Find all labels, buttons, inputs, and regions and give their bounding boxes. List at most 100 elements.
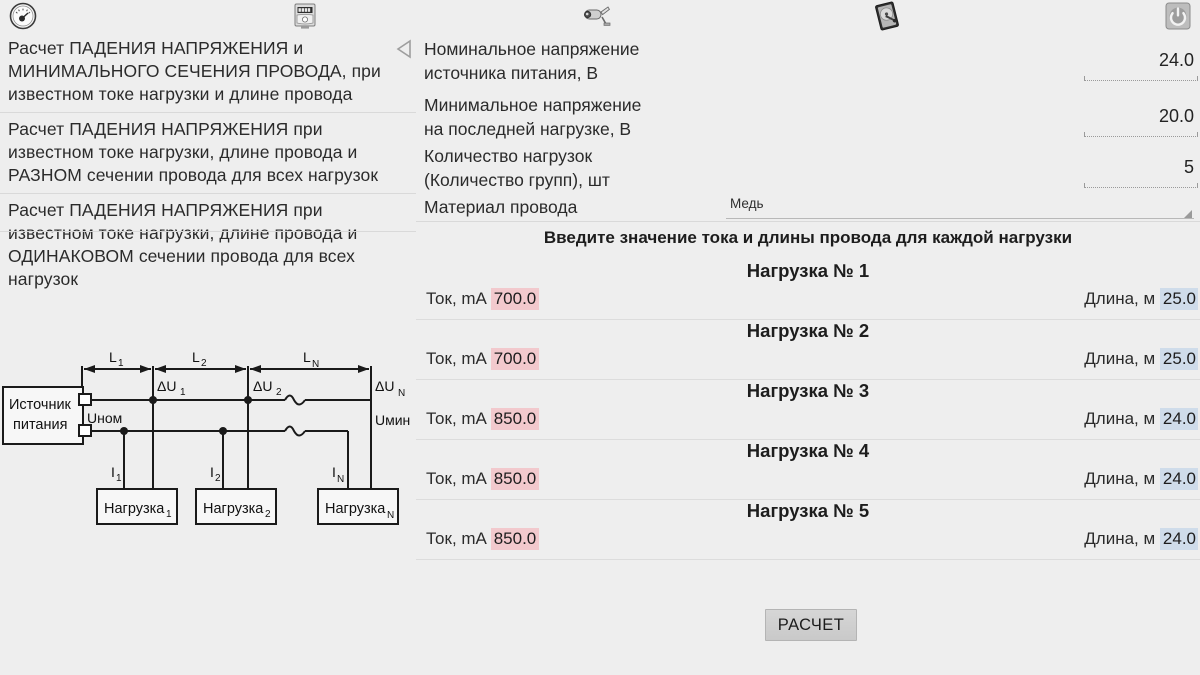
svg-text:N: N: [387, 510, 394, 521]
diagram-label-du2: ΔU: [253, 378, 272, 394]
current-label: Ток, mA: [426, 529, 486, 548]
sidebar-item-mode-1[interactable]: Расчет ПАДЕНИЯ НАПРЯЖЕНИЯ и МИНИМАЛЬНОГО…: [0, 32, 416, 112]
sidebar-item-mode-3[interactable]: Расчет ПАДЕНИЯ НАПРЯЖЕНИЯ при известном …: [0, 193, 416, 297]
edit-underline: [1084, 74, 1198, 81]
load-block-5: Нагрузка № 5 Ток, mA 850.0 Длина, м 24.0: [416, 500, 1200, 560]
diagram-label-l1: L: [109, 349, 117, 365]
wire-material-value: Медь: [730, 196, 764, 211]
field-load-count-input[interactable]: 5: [1084, 157, 1198, 188]
sidebar-calculation-modes: Расчет ПАДЕНИЯ НАПРЯЖЕНИЯ и МИНИМАЛЬНОГО…: [0, 32, 416, 675]
field-minimum-voltage-label: Минимальное напряжение на последней нагр…: [424, 95, 642, 139]
length-value: 25.0: [1159, 288, 1198, 310]
electric-meter-icon[interactable]: [290, 1, 320, 31]
svg-text:1: 1: [116, 473, 122, 484]
load-current-2[interactable]: Ток, mA 700.0: [426, 348, 540, 370]
svg-text:1: 1: [118, 358, 124, 369]
load-title-4: Нагрузка № 4: [746, 440, 870, 461]
load-length-2[interactable]: Длина, м 25.0: [1084, 348, 1198, 370]
load-current-5[interactable]: Ток, mA 850.0: [426, 528, 540, 550]
svg-text:N: N: [337, 474, 344, 485]
field-load-count-label: Количество нагрузок (Количество групп), …: [424, 146, 610, 190]
load-block-3: Нагрузка № 3 Ток, mA 850.0 Длина, м 24.0: [416, 380, 1200, 440]
load-title-3: Нагрузка № 3: [746, 380, 870, 401]
wire-material-spinner[interactable]: Медь: [712, 192, 1194, 222]
field-minimum-voltage-input[interactable]: 20.0: [1084, 106, 1198, 137]
length-value: 24.0: [1159, 468, 1198, 490]
length-value: 24.0: [1159, 408, 1198, 430]
diagram-label-source-2: питания: [13, 417, 67, 433]
spinner-underline: [726, 218, 1194, 219]
svg-text:1: 1: [166, 509, 172, 520]
load-title-1: Нагрузка № 1: [746, 260, 870, 281]
collapse-left-arrow-icon[interactable]: [396, 38, 412, 60]
svg-text:N: N: [398, 388, 405, 399]
load-title-2: Нагрузка № 2: [746, 320, 870, 341]
input-panel: Номинальное напряжение источника питания…: [396, 32, 1200, 675]
diagram-label-l2: L: [192, 349, 200, 365]
load-block-4: Нагрузка № 4 Ток, mA 850.0 Длина, м 24.0: [416, 440, 1200, 500]
current-value: 850.0: [490, 468, 540, 490]
loads-section-header: Введите значение тока и длины провода дл…: [543, 228, 1073, 247]
load-length-4[interactable]: Длина, м 24.0: [1084, 468, 1198, 490]
field-nominal-voltage-input[interactable]: 24.0: [1084, 50, 1198, 81]
current-label: Ток, mA: [426, 469, 486, 488]
svg-text:2: 2: [201, 358, 207, 369]
length-value: 24.0: [1159, 528, 1198, 550]
length-value: 25.0: [1159, 348, 1198, 370]
sidebar-divider: [0, 231, 416, 232]
diagram-label-load1: Нагрузка: [104, 501, 165, 517]
sidebar-item-mode-2[interactable]: Расчет ПАДЕНИЯ НАПРЯЖЕНИЯ при известном …: [0, 112, 416, 193]
edit-underline: [1084, 181, 1198, 188]
load-length-3[interactable]: Длина, м 24.0: [1084, 408, 1198, 430]
diagram-label-source-1: Источник: [9, 397, 72, 413]
load-block-1: Нагрузка № 1 Ток, mA 700.0 Длина, м 25.0: [416, 260, 1200, 320]
load-length-1[interactable]: Длина, м 25.0: [1084, 288, 1198, 310]
length-label: Длина, м: [1084, 409, 1156, 428]
spinner-dropdown-icon: [1184, 210, 1192, 218]
current-label: Ток, mA: [426, 289, 486, 308]
cctv-camera-icon[interactable]: [582, 1, 612, 31]
field-wire-material-label: Материал провода: [424, 197, 578, 217]
circuit-diagram: L 1 L 2 L N ΔU 1 ΔU 2 ΔU N Источник пита…: [0, 347, 416, 547]
length-label: Длина, м: [1084, 529, 1156, 548]
top-toolbar: [0, 0, 1200, 32]
edit-underline: [1084, 130, 1198, 137]
length-label: Длина, м: [1084, 349, 1156, 368]
gauge-meter-icon[interactable]: [8, 1, 38, 31]
panel-divider: [416, 221, 1200, 222]
svg-text:2: 2: [276, 387, 282, 398]
load-current-4[interactable]: Ток, mA 850.0: [426, 468, 540, 490]
diagram-label-du1: ΔU: [157, 378, 176, 394]
diagram-label-umin: Uмин: [375, 412, 410, 428]
diagram-label-unom: Uном: [87, 410, 122, 426]
load-current-1[interactable]: Ток, mA 700.0: [426, 288, 540, 310]
diagram-label-loadn: Нагрузка: [325, 501, 386, 517]
current-value: 700.0: [490, 288, 540, 310]
length-label: Длина, м: [1084, 469, 1156, 488]
app-root: Расчет ПАДЕНИЯ НАПРЯЖЕНИЯ и МИНИМАЛЬНОГО…: [0, 0, 1200, 675]
svg-text:2: 2: [215, 473, 221, 484]
load-title-5: Нагрузка № 5: [746, 500, 870, 521]
field-nominal-voltage-value: 24.0: [1158, 50, 1194, 70]
svg-text:2: 2: [265, 509, 271, 520]
diagram-label-i2: I: [210, 464, 214, 480]
load-block-2: Нагрузка № 2 Ток, mA 700.0 Длина, м 25.0: [416, 320, 1200, 380]
load-current-3[interactable]: Ток, mA 850.0: [426, 408, 540, 430]
svg-text:N: N: [312, 359, 319, 370]
load-length-5[interactable]: Длина, м 24.0: [1084, 528, 1198, 550]
diagram-label-dun: ΔU: [375, 378, 394, 394]
svg-text:1: 1: [180, 387, 186, 398]
field-nominal-voltage-label: Номинальное напряжение источника питания…: [424, 39, 640, 83]
current-value: 850.0: [490, 408, 540, 430]
length-label: Длина, м: [1084, 289, 1156, 308]
hard-drive-icon[interactable]: [872, 1, 902, 31]
current-label: Ток, mA: [426, 409, 486, 428]
calculate-button[interactable]: РАСЧЕТ: [765, 609, 857, 641]
field-minimum-voltage-value: 20.0: [1158, 106, 1194, 126]
diagram-label-i1: I: [111, 464, 115, 480]
current-label: Ток, mA: [426, 349, 486, 368]
power-button-icon[interactable]: [1163, 1, 1193, 31]
diagram-label-ln: L: [303, 349, 311, 365]
field-load-count-value: 5: [1183, 157, 1194, 177]
diagram-label-in: I: [332, 464, 336, 480]
